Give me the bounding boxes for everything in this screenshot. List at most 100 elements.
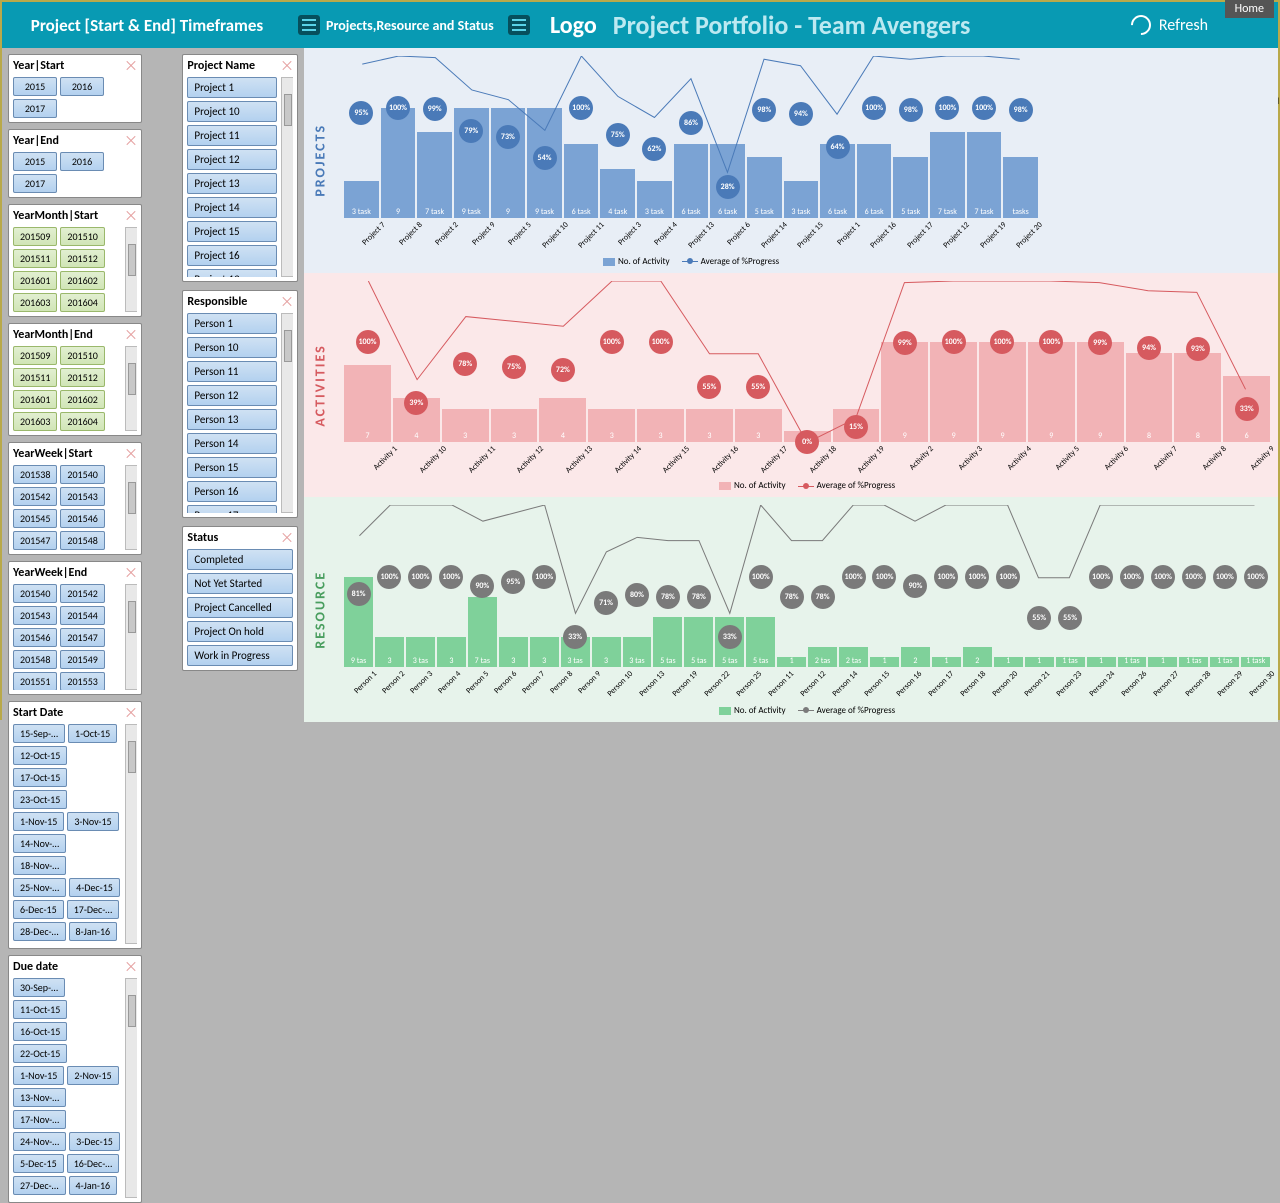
clear-filter-icon[interactable] <box>125 210 137 222</box>
slicer-item[interactable]: 2017 <box>13 99 57 118</box>
slicer-item[interactable]: 201602 <box>60 390 104 409</box>
slicer-item[interactable]: Project 16 <box>187 245 277 266</box>
slicer-item[interactable]: 11-Oct-15 <box>13 1000 67 1019</box>
slicer-item[interactable]: 2016 <box>60 152 104 171</box>
slicer-item[interactable]: 30-Sep-… <box>13 978 65 997</box>
slicer-item[interactable]: 17-Oct-15 <box>13 768 67 787</box>
slicer-item[interactable]: 201512 <box>60 368 104 387</box>
slicer-item[interactable]: 201551 <box>13 672 57 690</box>
slicer-item[interactable]: 201509 <box>13 227 57 246</box>
slicer-item[interactable]: 2-Nov-15 <box>67 1066 118 1085</box>
slicer-item[interactable]: 1-Nov-15 <box>13 1066 64 1085</box>
slicer-item[interactable]: Project 19 <box>187 269 277 277</box>
slicer-item[interactable]: 201510 <box>60 346 104 365</box>
clear-filter-icon[interactable] <box>281 60 293 72</box>
slicer-item[interactable]: 201601 <box>13 271 57 290</box>
clear-filter-icon[interactable] <box>125 448 137 460</box>
slicer-item[interactable]: 201546 <box>13 628 57 647</box>
slicer-item[interactable]: 3-Dec-15 <box>69 1132 120 1151</box>
slicer-item[interactable]: 201545 <box>13 509 57 528</box>
slicer-item[interactable]: 201603 <box>13 412 57 431</box>
slicer-item[interactable]: 201538 <box>13 465 57 484</box>
slicer-item[interactable]: Project 1 <box>187 77 277 98</box>
slicer-item[interactable]: 23-Oct-15 <box>13 790 67 809</box>
slicer-item[interactable]: 201542 <box>60 584 104 603</box>
slicer-item[interactable]: 16-Dec-… <box>67 1154 120 1173</box>
scrollbar[interactable] <box>281 77 293 277</box>
slicer-item[interactable]: 201546 <box>60 509 104 528</box>
slicer-item[interactable]: 201540 <box>60 465 104 484</box>
slicer-item[interactable]: 17-Dec-… <box>67 900 120 919</box>
slicer-item[interactable]: 201543 <box>60 487 104 506</box>
hamburger-icon-2[interactable] <box>508 15 530 35</box>
slicer-item[interactable]: Project 14 <box>187 197 277 218</box>
slicer-item[interactable]: Project On hold <box>187 621 293 642</box>
slicer-item[interactable]: 22-Oct-15 <box>13 1044 67 1063</box>
slicer-item[interactable]: Person 10 <box>187 337 277 358</box>
slicer-item[interactable]: 201542 <box>13 487 57 506</box>
slicer-item[interactable]: 15-Sep-… <box>13 724 65 743</box>
clear-filter-icon[interactable] <box>281 296 293 308</box>
slicer-item[interactable]: 201509 <box>13 346 57 365</box>
slicer-item[interactable]: 201547 <box>13 531 57 550</box>
scrollbar[interactable] <box>125 724 137 944</box>
clear-filter-icon[interactable] <box>281 532 293 544</box>
slicer-item[interactable]: 201547 <box>60 628 104 647</box>
slicer-item[interactable]: Person 17 <box>187 505 277 513</box>
clear-filter-icon[interactable] <box>125 961 137 973</box>
slicer-item[interactable]: 201549 <box>60 650 104 669</box>
clear-filter-icon[interactable] <box>125 135 137 147</box>
slicer-item[interactable]: 1-Nov-15 <box>13 812 64 831</box>
slicer-item[interactable]: Person 11 <box>187 361 277 382</box>
slicer-item[interactable]: Project Cancelled <box>187 597 293 618</box>
slicer-item[interactable]: 28-Dec-… <box>13 922 66 941</box>
slicer-item[interactable]: 201553 <box>60 672 104 690</box>
slicer-item[interactable]: 17-Nov-… <box>13 1110 66 1129</box>
scrollbar[interactable] <box>281 313 293 513</box>
slicer-item[interactable]: Not Yet Started <box>187 573 293 594</box>
slicer-item[interactable]: Person 14 <box>187 433 277 454</box>
slicer-item[interactable]: 16-Oct-15 <box>13 1022 67 1041</box>
slicer-item[interactable]: Project 15 <box>187 221 277 242</box>
slicer-item[interactable]: 3-Nov-15 <box>67 812 118 831</box>
slicer-item[interactable]: 201511 <box>13 368 57 387</box>
slicer-item[interactable]: 27-Dec-… <box>13 1176 66 1195</box>
slicer-item[interactable]: 1-Oct-15 <box>68 724 117 743</box>
slicer-item[interactable]: 13-Nov-… <box>13 1088 66 1107</box>
slicer-item[interactable]: 12-Oct-15 <box>13 746 67 765</box>
slicer-item[interactable]: 201604 <box>60 412 104 431</box>
scrollbar[interactable] <box>125 465 137 550</box>
slicer-item[interactable]: Completed <box>187 549 293 570</box>
slicer-item[interactable]: Project 11 <box>187 125 277 146</box>
slicer-item[interactable]: Work in Progress <box>187 645 293 666</box>
slicer-item[interactable]: 25-Nov-… <box>13 878 66 897</box>
slicer-item[interactable]: 201548 <box>13 650 57 669</box>
home-button[interactable]: Home <box>1225 0 1274 18</box>
slicer-item[interactable]: 4-Jan-16 <box>69 1176 118 1195</box>
clear-filter-icon[interactable] <box>125 707 137 719</box>
slicer-item[interactable]: 201601 <box>13 390 57 409</box>
slicer-item[interactable]: 201604 <box>60 293 104 312</box>
slicer-item[interactable]: 201540 <box>13 584 57 603</box>
slicer-item[interactable]: 201543 <box>13 606 57 625</box>
slicer-item[interactable]: 5-Dec-15 <box>13 1154 64 1173</box>
slicer-item[interactable]: 8-Jan-16 <box>69 922 118 941</box>
clear-filter-icon[interactable] <box>125 329 137 341</box>
slicer-item[interactable]: Person 15 <box>187 457 277 478</box>
scrollbar[interactable] <box>125 227 137 312</box>
slicer-item[interactable]: 201511 <box>13 249 57 268</box>
slicer-item[interactable]: 2015 <box>13 77 57 96</box>
slicer-item[interactable]: 14-Nov-… <box>13 834 66 853</box>
slicer-item[interactable]: 2017 <box>13 174 57 193</box>
slicer-item[interactable]: 201544 <box>60 606 104 625</box>
slicer-item[interactable]: Person 13 <box>187 409 277 430</box>
slicer-item[interactable]: 201512 <box>60 249 104 268</box>
slicer-item[interactable]: 4-Dec-15 <box>69 878 120 897</box>
slicer-item[interactable]: Person 12 <box>187 385 277 406</box>
slicer-item[interactable]: 2015 <box>13 152 57 171</box>
slicer-item[interactable]: 6-Dec-15 <box>13 900 64 919</box>
slicer-item[interactable]: Project 13 <box>187 173 277 194</box>
slicer-item[interactable]: Person 16 <box>187 481 277 502</box>
scrollbar[interactable] <box>125 584 137 690</box>
slicer-item[interactable]: Project 10 <box>187 101 277 122</box>
